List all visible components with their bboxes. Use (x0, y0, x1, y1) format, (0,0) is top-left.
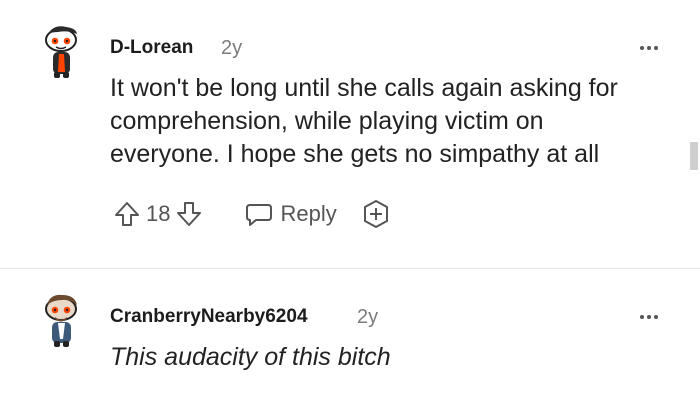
comment-body-line: comprehension, while playing victim on (110, 107, 544, 135)
comment-body-line: It won't be long until she calls again a… (110, 74, 618, 102)
comment-body: It won't be long until she calls again a… (110, 72, 680, 171)
award-plus-icon[interactable] (359, 197, 393, 231)
comment-thread: D-Lorean 2y It won't be long until she c… (0, 0, 700, 400)
speech-bubble-icon (246, 204, 273, 226)
comment: D-Lorean 2y It won't be long until she c… (0, 0, 700, 268)
comment-body-line: everyone. I hope she gets no simpathy at… (110, 140, 600, 168)
upvote-arrow-icon[interactable] (110, 197, 144, 231)
snoo-avatar-icon[interactable] (36, 22, 88, 82)
vote-count: 18 (146, 201, 171, 226)
comment-age: 2y (357, 306, 379, 328)
comment-username[interactable]: CranberryNearby6204 (110, 306, 308, 328)
more-options-icon[interactable] (640, 315, 658, 319)
comment-age: 2y (221, 37, 243, 59)
comment-body-line: This audacity of this bitch (110, 343, 391, 371)
reply-label: Reply (280, 201, 337, 226)
more-options-icon[interactable] (640, 46, 658, 50)
reply-button[interactable]: Reply (244, 200, 337, 228)
scrollbar[interactable] (690, 142, 698, 170)
comment-actions: 18 Reply (110, 196, 393, 232)
comment-body: This audacity of this bitch (110, 341, 680, 374)
comment-username[interactable]: D-Lorean (110, 37, 193, 59)
comment: CranberryNearby6204 2y This audacity of … (0, 268, 700, 400)
snoo-avatar-icon[interactable] (36, 291, 88, 351)
downvote-arrow-icon[interactable] (172, 197, 206, 231)
